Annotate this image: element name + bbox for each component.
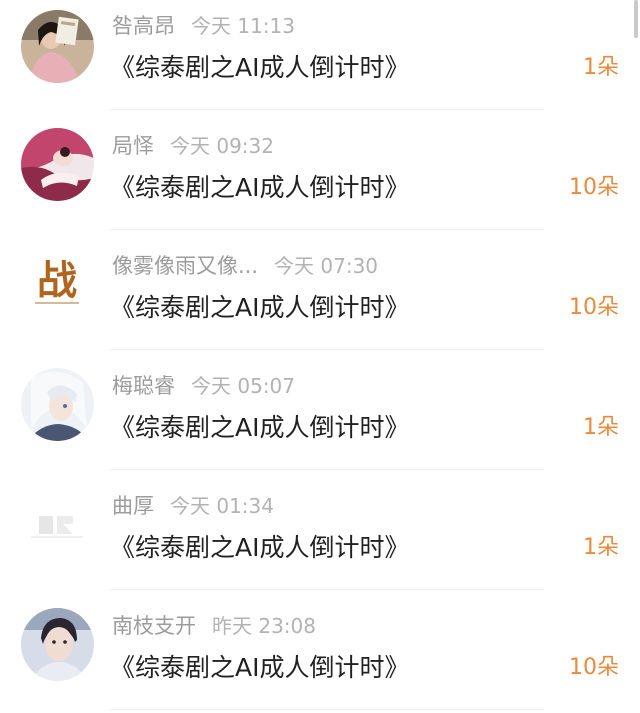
work-title[interactable]: 《综泰剧之AI成人倒计时》 (110, 410, 409, 446)
faded-logo-avatar-icon (21, 488, 94, 561)
item-meta: 局怿 今天 09:32 (112, 132, 274, 160)
calligraphy-zhan-avatar-icon: 战 (21, 248, 94, 321)
item-meta: 咎高昂 今天 11:13 (112, 12, 295, 40)
user-name[interactable]: 像雾像雨又像... (112, 252, 258, 280)
divider (110, 349, 544, 350)
list-item[interactable]: 咎高昂 今天 11:13 《综泰剧之AI成人倒计时》 1朵 (0, 0, 640, 120)
white-haired-anime-avatar-icon (21, 368, 94, 441)
avatar[interactable] (21, 488, 94, 561)
gift-list: 咎高昂 今天 11:13 《综泰剧之AI成人倒计时》 1朵 局怿 今天 09:32 … (0, 0, 640, 713)
divider (110, 109, 544, 110)
avatar[interactable] (21, 128, 94, 201)
flower-count: 1朵 (583, 535, 619, 560)
timestamp: 今天 05:07 (191, 374, 295, 398)
avatar[interactable] (21, 368, 94, 441)
list-item[interactable]: 战 像雾像雨又像... 今天 07:30 《综泰剧之AI成人倒计时》 10朵 (0, 240, 640, 360)
item-meta: 像雾像雨又像... 今天 07:30 (112, 252, 378, 280)
item-meta: 南枝支开 昨天 23:08 (112, 612, 316, 640)
timestamp: 今天 01:34 (170, 494, 274, 518)
list-item[interactable]: 南枝支开 昨天 23:08 《综泰剧之AI成人倒计时》 10朵 (0, 600, 640, 713)
man-portrait-avatar-icon (21, 608, 94, 681)
divider (110, 229, 544, 230)
flower-count: 1朵 (583, 415, 619, 440)
list-item[interactable]: 局怿 今天 09:32 《综泰剧之AI成人倒计时》 10朵 (0, 120, 640, 240)
work-title[interactable]: 《综泰剧之AI成人倒计时》 (110, 290, 409, 326)
item-meta: 梅聪睿 今天 05:07 (112, 372, 295, 400)
flower-count: 10朵 (569, 655, 619, 680)
svg-text:战: 战 (37, 257, 77, 304)
woman-with-book-avatar-icon (21, 10, 94, 83)
avatar[interactable] (21, 608, 94, 681)
timestamp: 昨天 23:08 (212, 614, 316, 638)
anime-figure-avatar-icon (21, 128, 94, 201)
list-item[interactable]: 曲厚 今天 01:34 《综泰剧之AI成人倒计时》 1朵 (0, 480, 640, 600)
work-title[interactable]: 《综泰剧之AI成人倒计时》 (110, 650, 409, 686)
list-item[interactable]: 梅聪睿 今天 05:07 《综泰剧之AI成人倒计时》 1朵 (0, 360, 640, 480)
user-name[interactable]: 南枝支开 (112, 612, 196, 640)
work-title[interactable]: 《综泰剧之AI成人倒计时》 (110, 170, 409, 206)
avatar[interactable]: 战 (21, 248, 94, 321)
work-title[interactable]: 《综泰剧之AI成人倒计时》 (110, 50, 409, 86)
flower-count: 10朵 (569, 295, 619, 320)
timestamp: 今天 07:30 (274, 254, 379, 278)
flower-count: 10朵 (569, 175, 619, 200)
flower-count: 1朵 (583, 55, 619, 80)
timestamp: 今天 11:13 (191, 14, 295, 38)
user-name[interactable]: 局怿 (112, 132, 154, 160)
divider (110, 469, 544, 470)
divider (110, 589, 544, 590)
user-name[interactable]: 梅聪睿 (112, 372, 175, 400)
user-name[interactable]: 曲厚 (112, 492, 154, 520)
user-name[interactable]: 咎高昂 (112, 12, 175, 40)
work-title[interactable]: 《综泰剧之AI成人倒计时》 (110, 530, 409, 566)
item-meta: 曲厚 今天 01:34 (112, 492, 274, 520)
timestamp: 今天 09:32 (170, 134, 274, 158)
avatar[interactable] (21, 10, 94, 83)
divider (110, 709, 544, 710)
